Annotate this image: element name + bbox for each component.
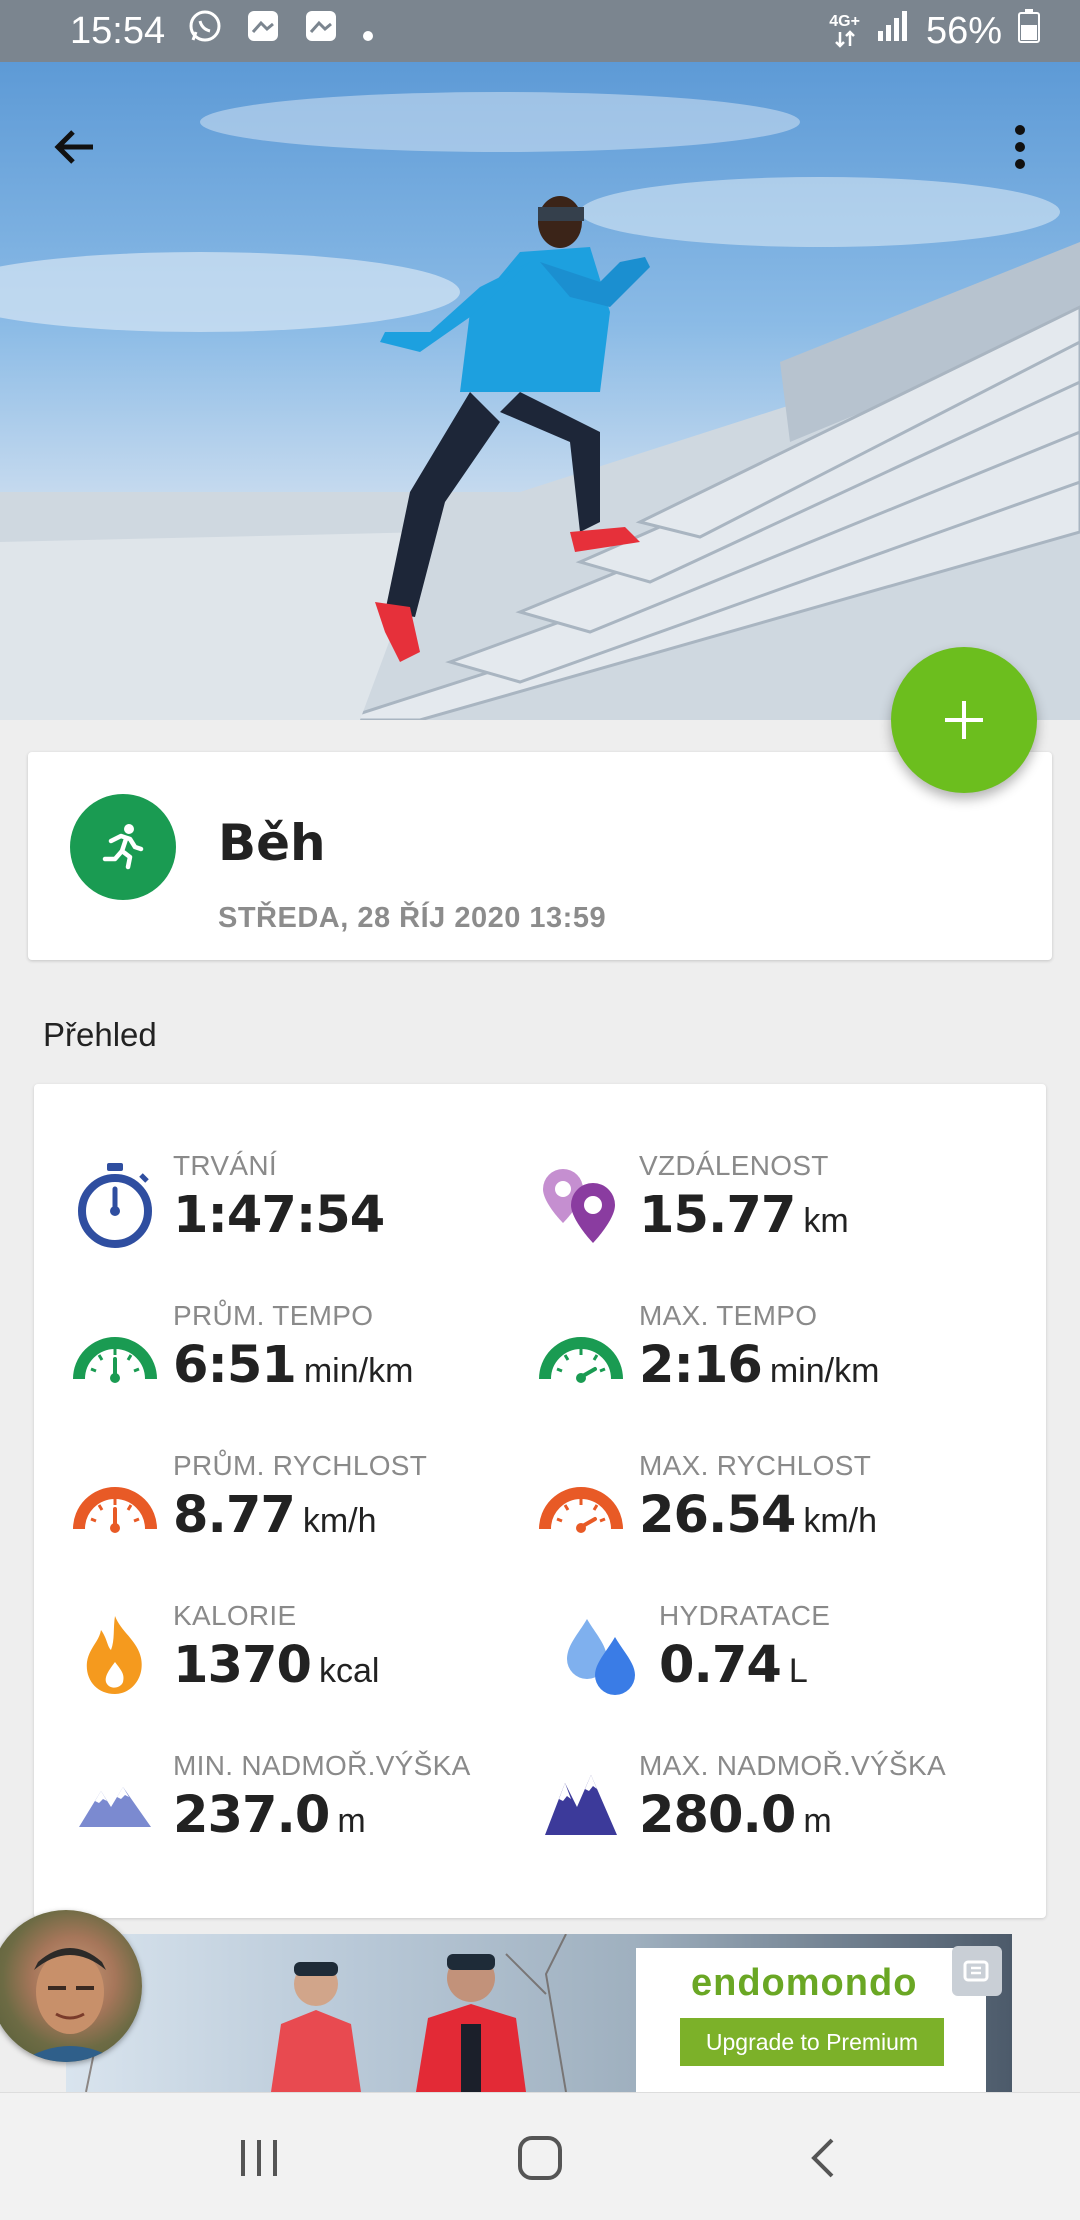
stat-unit: L	[788, 1652, 808, 1690]
stat-min-altitude: MIN. NADMOŘ.VÝŠKA 237.0 m	[70, 1750, 530, 1890]
gallery-icon	[245, 8, 281, 54]
signal-icon	[876, 9, 910, 53]
status-bar: 15:54 4G+ 56%	[0, 0, 1080, 62]
stat-value: 1370	[173, 1636, 312, 1695]
orange-gauge-max-icon	[536, 1460, 626, 1550]
stats-card: TRVÁNÍ 1:47:54 VZDÁLENOST 15.77 km PRŮM. …	[34, 1084, 1046, 1918]
stat-value: 6:51	[173, 1336, 297, 1395]
network-type-icon: 4G+	[829, 14, 860, 48]
location-pins-icon	[536, 1160, 626, 1250]
stat-value: 0.74	[659, 1636, 782, 1695]
activity-card: Běh STŘEDA, 28 ŘÍJ 2020 13:59	[28, 752, 1052, 960]
endomondo-logo: endomondo	[691, 1962, 918, 2004]
stat-duration: TRVÁNÍ 1:47:54	[70, 1150, 530, 1290]
recents-button[interactable]	[224, 2123, 294, 2193]
stat-value: 237.0	[173, 1786, 330, 1845]
stat-label: KALORIE	[173, 1600, 297, 1631]
stat-unit: min/km	[769, 1352, 880, 1390]
flame-icon	[70, 1610, 160, 1700]
runner-photo	[0, 92, 1080, 720]
whatsapp-icon	[187, 8, 223, 54]
back-button[interactable]	[40, 112, 110, 182]
stat-unit: kcal	[318, 1652, 380, 1690]
sport-name: Běh	[218, 814, 326, 872]
stat-value: 15.77	[639, 1186, 796, 1245]
ad-close-button[interactable]	[952, 1946, 1002, 1996]
stat-label: PRŮM. TEMPO	[173, 1300, 374, 1331]
back-chevron-icon	[811, 2138, 834, 2178]
stat-value: 1:47:54	[173, 1186, 385, 1245]
mountains-light-icon	[70, 1760, 160, 1850]
hero-image	[0, 62, 1080, 720]
green-gauge-max-icon	[536, 1310, 626, 1400]
stat-unit: min/km	[303, 1352, 414, 1390]
ad-runners-image	[85, 1934, 567, 2092]
stat-label: MAX. RYCHLOST	[639, 1450, 872, 1481]
stat-avg-pace: PRŮM. TEMPO 6:51 min/km	[70, 1300, 530, 1440]
battery-icon	[1018, 9, 1040, 53]
stat-value: 280.0	[639, 1786, 796, 1845]
activity-date: STŘEDA, 28 ŘÍJ 2020 13:59	[218, 902, 607, 934]
overview-title: Přehled	[43, 1016, 157, 1053]
recents-icon	[241, 2140, 277, 2176]
more-vertical-icon	[1015, 125, 1025, 169]
stat-avg-speed: PRŮM. RYCHLOST 8.77 km/h	[70, 1450, 530, 1590]
stat-max-altitude: MAX. NADMOŘ.VÝŠKA 280.0 m	[536, 1750, 996, 1890]
navigation-bar	[0, 2092, 1080, 2220]
ad-choices-icon	[963, 1960, 989, 1982]
system-back-button[interactable]	[788, 2123, 858, 2193]
stat-unit: m	[803, 1802, 832, 1840]
stat-calories: KALORIE 1370 kcal	[70, 1600, 530, 1740]
home-button[interactable]	[505, 2123, 575, 2193]
gallery-icon	[303, 8, 339, 54]
stat-unit: km/h	[803, 1502, 878, 1540]
stat-label: MAX. TEMPO	[639, 1300, 818, 1331]
green-gauge-icon	[70, 1310, 160, 1400]
stat-unit: km	[803, 1202, 849, 1240]
orange-gauge-icon	[70, 1460, 160, 1550]
more-options-button[interactable]	[990, 112, 1050, 182]
stat-value: 2:16	[639, 1336, 763, 1395]
plus-icon	[945, 701, 983, 739]
dot-icon	[361, 10, 375, 53]
stat-label: VZDÁLENOST	[639, 1150, 829, 1181]
home-icon	[518, 2136, 562, 2180]
running-icon	[70, 794, 176, 900]
stat-label: PRŮM. RYCHLOST	[173, 1450, 428, 1481]
stat-label: MIN. NADMOŘ.VÝŠKA	[173, 1750, 471, 1781]
stat-distance: VZDÁLENOST 15.77 km	[536, 1150, 996, 1290]
arrow-left-icon	[54, 130, 93, 164]
status-time: 15:54	[70, 9, 166, 52]
stat-hydration: HYDRATACE 0.74 L	[556, 1600, 1016, 1740]
stat-label: HYDRATACE	[659, 1600, 831, 1631]
add-button[interactable]	[891, 647, 1037, 793]
water-drops-icon	[556, 1610, 646, 1700]
stat-max-pace: MAX. TEMPO 2:16 min/km	[536, 1300, 996, 1440]
stat-value: 8.77	[173, 1486, 296, 1545]
stopwatch-icon	[70, 1160, 160, 1250]
stat-unit: m	[337, 1802, 366, 1840]
stat-max-speed: MAX. RYCHLOST 26.54 km/h	[536, 1450, 996, 1590]
ad-banner[interactable]: endomondo Upgrade to Premium	[66, 1934, 1012, 2092]
stat-value: 26.54	[639, 1486, 796, 1545]
mountains-dark-icon	[536, 1760, 626, 1850]
stat-label: MAX. NADMOŘ.VÝŠKA	[639, 1750, 946, 1781]
stat-unit: km/h	[302, 1502, 377, 1540]
stat-label: TRVÁNÍ	[173, 1150, 277, 1181]
upgrade-premium-button[interactable]: Upgrade to Premium	[680, 2018, 944, 2066]
battery-percent: 56%	[925, 9, 1002, 52]
